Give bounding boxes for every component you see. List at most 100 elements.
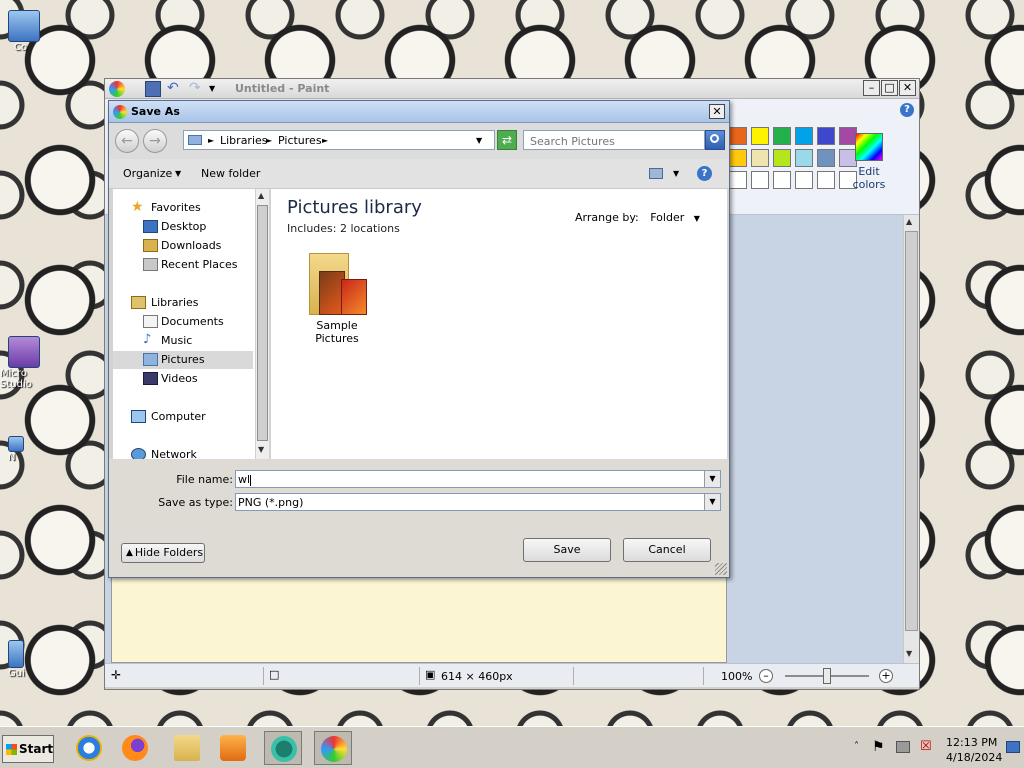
view-dropdown-icon[interactable]: ▼ bbox=[673, 169, 679, 178]
color-swatch[interactable] bbox=[817, 149, 835, 167]
arrange-by-value[interactable]: Folder bbox=[650, 211, 684, 224]
nav-computer[interactable]: Computer bbox=[113, 408, 253, 426]
color-swatch[interactable] bbox=[817, 171, 835, 189]
nav-desktop[interactable]: Desktop bbox=[113, 218, 253, 236]
color-swatch[interactable] bbox=[751, 149, 769, 167]
address-bar[interactable]: ► Libraries ► Pictures ► ▼ bbox=[183, 130, 495, 150]
action-center-flag-icon[interactable]: ⚑ bbox=[872, 739, 885, 755]
nav-favorites[interactable]: ★ Favorites bbox=[113, 199, 253, 217]
library-includes[interactable]: Includes: 2 locations bbox=[287, 222, 400, 235]
save-type-select[interactable]: PNG (*.png) ▼ bbox=[235, 493, 721, 511]
paint-app-icon[interactable] bbox=[109, 81, 125, 97]
back-button[interactable]: ← bbox=[115, 129, 139, 153]
qat-dropdown-icon[interactable]: ▼ bbox=[209, 81, 225, 97]
color-swatch[interactable] bbox=[795, 171, 813, 189]
taskbar-firefox[interactable] bbox=[116, 731, 154, 765]
save-button[interactable]: Save bbox=[523, 538, 611, 562]
color-swatch[interactable] bbox=[817, 127, 835, 145]
nav-downloads[interactable]: Downloads bbox=[113, 237, 253, 255]
color-swatch[interactable] bbox=[729, 149, 747, 167]
zoom-slider-thumb[interactable] bbox=[823, 668, 831, 684]
color-swatch[interactable] bbox=[751, 127, 769, 145]
refresh-button[interactable]: ⇄ bbox=[497, 130, 517, 150]
close-button[interactable]: ✕ bbox=[899, 80, 916, 96]
color-swatch[interactable] bbox=[795, 149, 813, 167]
new-folder-button[interactable]: New folder bbox=[201, 167, 260, 180]
minimize-button[interactable]: – bbox=[863, 80, 880, 96]
volume-muted-icon[interactable]: ☒ bbox=[920, 739, 932, 754]
show-desktop-icon[interactable] bbox=[1006, 741, 1020, 753]
nav-libraries[interactable]: Libraries bbox=[113, 294, 253, 312]
resize-grip[interactable] bbox=[715, 563, 727, 575]
taskbar-media[interactable] bbox=[214, 731, 252, 765]
start-button[interactable]: Start bbox=[2, 735, 54, 763]
desktop-icon-n[interactable]: N bbox=[0, 436, 44, 463]
nav-scrollbar[interactable]: ▲ ▼ bbox=[255, 189, 269, 459]
color-swatch[interactable] bbox=[773, 149, 791, 167]
scroll-down-icon[interactable]: ▼ bbox=[906, 649, 912, 658]
undo-icon[interactable]: ↶ bbox=[167, 81, 183, 97]
nav-recent-places[interactable]: Recent Places bbox=[113, 256, 253, 274]
canvas[interactable] bbox=[111, 575, 727, 663]
scroll-thumb[interactable] bbox=[257, 205, 268, 441]
dialog-titlebar[interactable]: Save As ✕ bbox=[109, 101, 729, 123]
scroll-up-icon[interactable]: ▲ bbox=[906, 217, 912, 226]
file-name-dropdown-icon[interactable]: ▼ bbox=[704, 471, 720, 487]
redo-icon[interactable]: ↷ bbox=[189, 81, 205, 97]
search-input[interactable] bbox=[523, 130, 705, 150]
clock-time[interactable]: 12:13 PM bbox=[946, 736, 997, 749]
nav-videos[interactable]: Videos bbox=[113, 370, 253, 388]
paint-titlebar[interactable]: ↶ ↷ ▼ Untitled - Paint – □ ✕ bbox=[105, 79, 919, 99]
color-swatch[interactable] bbox=[751, 171, 769, 189]
view-icon[interactable] bbox=[649, 168, 663, 179]
scroll-down-icon[interactable]: ▼ bbox=[258, 445, 264, 454]
breadcrumb-pictures[interactable]: Pictures bbox=[278, 134, 322, 147]
help-icon[interactable]: ? bbox=[697, 166, 712, 181]
breadcrumb-libraries[interactable]: Libraries bbox=[220, 134, 268, 147]
save-type-dropdown-icon[interactable]: ▼ bbox=[704, 494, 720, 510]
chevron-right-icon[interactable]: ► bbox=[266, 136, 272, 145]
hide-folders-button[interactable]: ▲ Hide Folders bbox=[121, 543, 205, 563]
chevron-right-icon[interactable]: ► bbox=[322, 136, 328, 145]
color-swatch[interactable] bbox=[729, 127, 747, 145]
folder-item[interactable]: Sample Pictures bbox=[295, 251, 379, 345]
desktop-icon-studio[interactable]: Micro Studio bbox=[0, 336, 44, 390]
arrange-by[interactable]: Arrange by: Folder ▼ bbox=[575, 211, 700, 224]
search-icon[interactable] bbox=[705, 130, 725, 150]
nav-pictures[interactable]: Pictures bbox=[113, 351, 253, 369]
vertical-scrollbar[interactable]: ▲ ▼ bbox=[903, 215, 919, 663]
help-icon[interactable]: ? bbox=[900, 103, 914, 117]
tray-expand-icon[interactable]: ˄ bbox=[854, 741, 859, 752]
clock-date[interactable]: 4/18/2024 bbox=[946, 751, 1002, 764]
taskbar-chat[interactable] bbox=[264, 731, 302, 765]
dialog-close-button[interactable]: ✕ bbox=[709, 104, 725, 119]
zoom-in-button[interactable]: + bbox=[879, 669, 893, 683]
color-swatch[interactable] bbox=[773, 171, 791, 189]
taskbar-paint[interactable] bbox=[314, 731, 352, 765]
desktop-icon-computer[interactable]: Co bbox=[0, 10, 44, 53]
nav-network[interactable]: Network bbox=[113, 446, 253, 459]
taskbar-ie[interactable] bbox=[70, 731, 108, 765]
address-dropdown-icon[interactable]: ▼ bbox=[476, 136, 482, 145]
forward-button[interactable]: → bbox=[143, 129, 167, 153]
network-tray-icon[interactable] bbox=[896, 741, 910, 753]
scroll-up-icon[interactable]: ▲ bbox=[258, 191, 264, 200]
nav-music[interactable]: ♪ Music bbox=[113, 332, 253, 350]
file-name-field[interactable]: wl ▼ bbox=[235, 470, 721, 488]
taskbar-explorer[interactable] bbox=[168, 731, 206, 765]
cancel-button[interactable]: Cancel bbox=[623, 538, 711, 562]
color-swatch[interactable] bbox=[795, 127, 813, 145]
desktop-icon-gui[interactable]: Gui bbox=[0, 640, 44, 679]
edit-colors-button[interactable]: Edit colors bbox=[849, 133, 889, 191]
organize-button[interactable]: Organize bbox=[123, 167, 172, 180]
color-swatch[interactable] bbox=[729, 171, 747, 189]
zoom-out-button[interactable]: – bbox=[759, 669, 773, 683]
nav-documents[interactable]: Documents bbox=[113, 313, 253, 331]
scroll-thumb[interactable] bbox=[905, 231, 918, 631]
chevron-right-icon[interactable]: ► bbox=[208, 136, 214, 145]
color-swatch[interactable] bbox=[773, 127, 791, 145]
organize-dropdown-icon[interactable]: ▼ bbox=[175, 169, 181, 178]
maximize-button[interactable]: □ bbox=[881, 80, 898, 96]
arrange-dropdown-icon[interactable]: ▼ bbox=[694, 214, 700, 223]
save-quick-icon[interactable] bbox=[145, 81, 161, 97]
